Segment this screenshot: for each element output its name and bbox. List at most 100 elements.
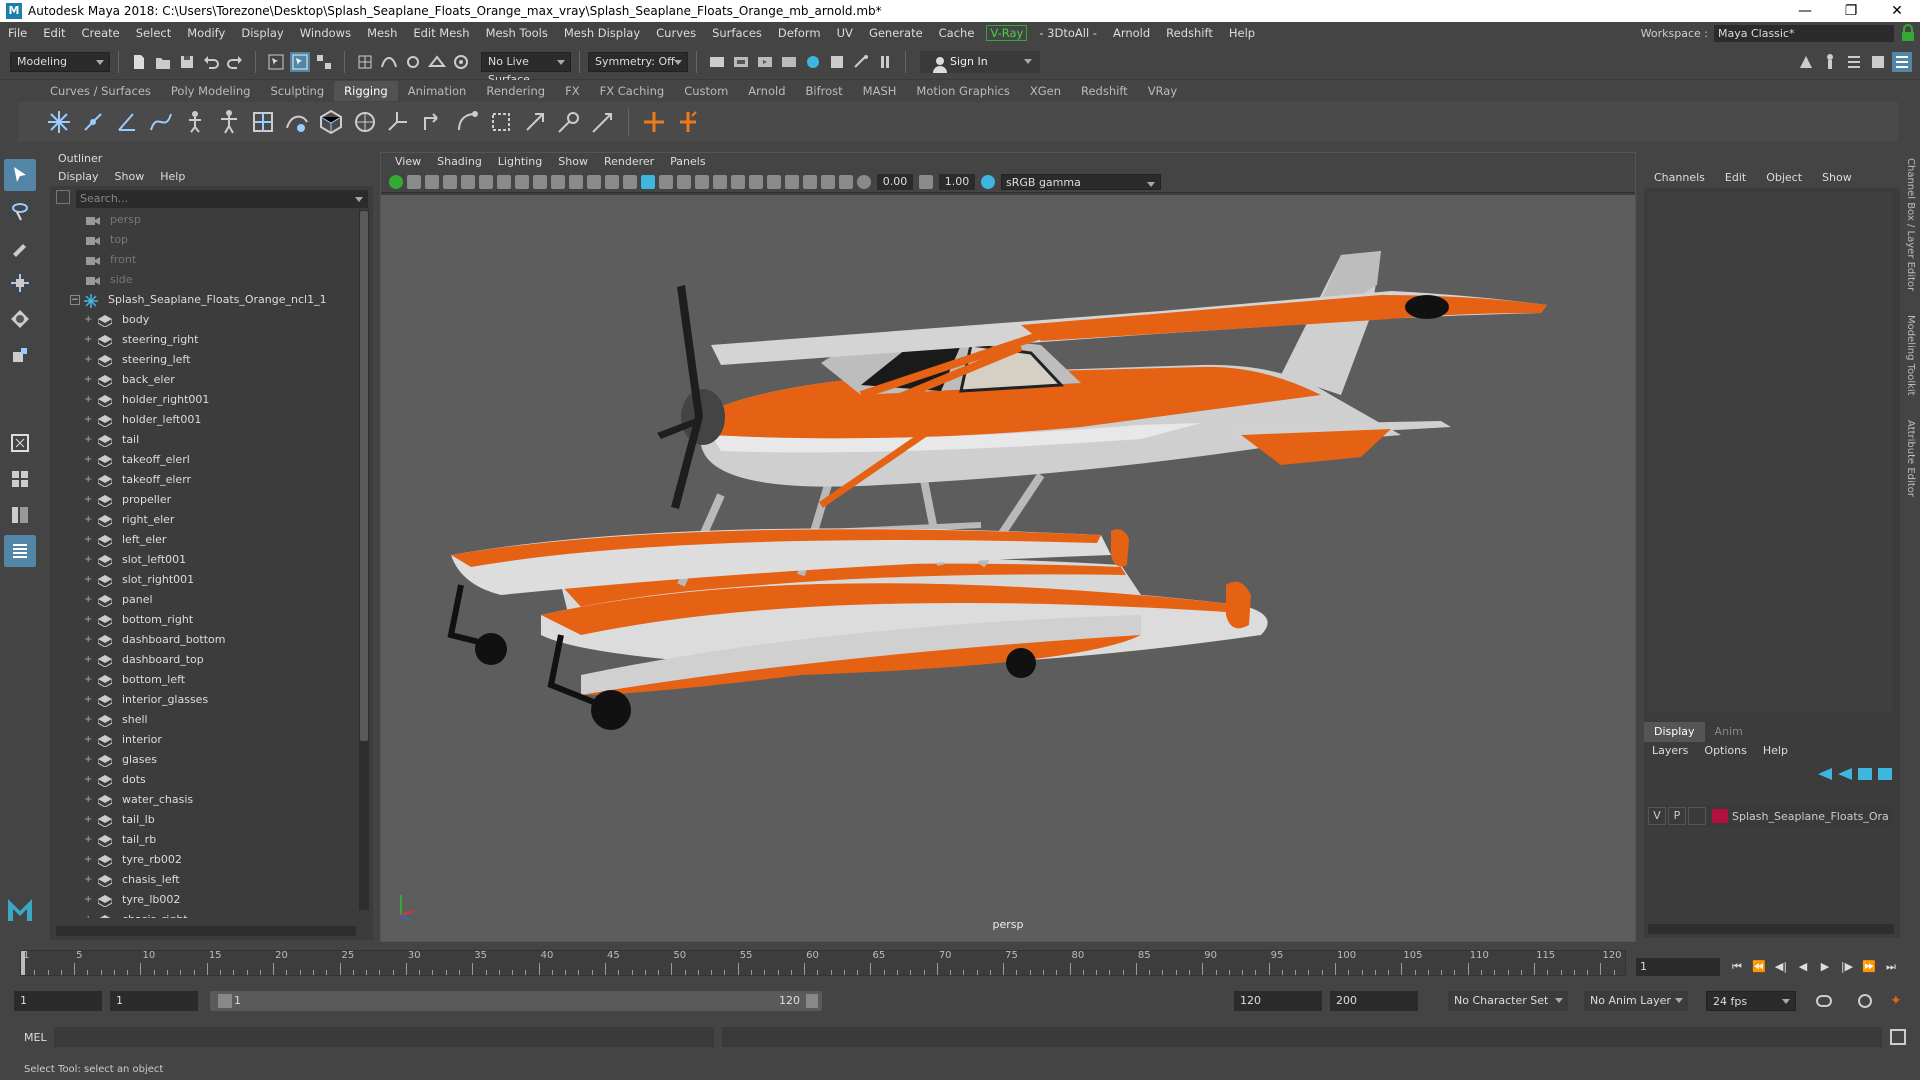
list-item[interactable]: + panel — [50, 590, 355, 610]
ik-handle-icon[interactable] — [113, 108, 141, 136]
channel-box-area[interactable] — [1648, 192, 1892, 712]
exposure-field[interactable]: 0.00 — [877, 173, 913, 190]
safe-title-icon[interactable] — [605, 174, 619, 189]
list-item[interactable]: + propeller — [50, 490, 355, 510]
human-ik-icon[interactable] — [215, 108, 243, 136]
expand-icon[interactable]: + — [84, 410, 92, 430]
list-item[interactable]: + steering_left — [50, 350, 355, 370]
expand-icon[interactable]: + — [84, 870, 92, 890]
xray-icon[interactable] — [821, 174, 835, 189]
parent-constraint-icon[interactable] — [419, 108, 447, 136]
channel-box-menu-channels[interactable]: Channels — [1644, 168, 1715, 188]
list-item[interactable]: + dashboard_bottom — [50, 630, 355, 650]
expand-icon[interactable]: + — [84, 830, 92, 850]
outliner-search-input[interactable]: Search... — [76, 190, 368, 208]
layer-menu-layers[interactable]: Layers — [1644, 742, 1696, 760]
loop-icon[interactable] — [1816, 995, 1832, 1007]
wrap-icon[interactable] — [351, 108, 379, 136]
list-item[interactable]: + interior_glasses — [50, 690, 355, 710]
current-frame-field[interactable]: 1 — [1636, 958, 1720, 976]
undo-icon[interactable] — [201, 52, 221, 72]
viewport-canvas[interactable]: persp — [381, 195, 1635, 941]
list-item[interactable]: + glases — [50, 750, 355, 770]
select-hierarchy-icon[interactable] — [266, 52, 286, 72]
viewport-menu-lighting[interactable]: Lighting — [490, 153, 550, 171]
depth-of-field-icon[interactable] — [785, 174, 799, 189]
tab-rigging[interactable]: Rigging — [334, 81, 398, 101]
lattice-icon[interactable] — [317, 108, 345, 136]
four-view-icon[interactable] — [4, 463, 36, 495]
outliner-vertical-scrollbar[interactable] — [359, 210, 369, 910]
auto-key-icon[interactable] — [1858, 994, 1872, 1008]
tab-sculpting[interactable]: Sculpting — [260, 81, 334, 101]
expand-icon[interactable]: + — [84, 550, 92, 570]
layer-menu-help[interactable]: Help — [1755, 742, 1796, 760]
tab-attribute-editor[interactable]: Attribute Editor — [1905, 420, 1916, 497]
wireframe-on-shaded-icon[interactable] — [659, 174, 673, 189]
paint-select-icon[interactable] — [4, 231, 36, 263]
range-start-handle[interactable] — [218, 994, 232, 1008]
save-scene-icon[interactable] — [177, 52, 197, 72]
expand-icon[interactable]: + — [84, 730, 92, 750]
shadows-icon[interactable] — [713, 174, 727, 189]
menu-arnold[interactable]: Arnold — [1105, 26, 1158, 40]
display-layer-row[interactable]: V P Splash_Seaplane_Floats_Orange — [1648, 806, 1894, 826]
go-to-start-button[interactable]: ⏮ — [1726, 958, 1748, 976]
outliner-horizontal-scrollbar[interactable] — [56, 926, 356, 936]
tool-settings-icon[interactable] — [1868, 52, 1888, 72]
viewport-menu-show[interactable]: Show — [550, 153, 596, 171]
menu-curves[interactable]: Curves — [648, 26, 704, 40]
tab-modeling-toolkit[interactable]: Modeling Toolkit — [1905, 315, 1916, 396]
list-item[interactable]: persp — [50, 210, 355, 230]
select-component-icon[interactable] — [314, 52, 334, 72]
tab-fx-caching[interactable]: FX Caching — [590, 81, 675, 101]
expand-icon[interactable]: + — [84, 310, 92, 330]
new-scene-icon[interactable] — [129, 52, 149, 72]
viewport-menu-view[interactable]: View — [387, 153, 429, 171]
maximize-button[interactable]: ❐ — [1828, 0, 1874, 22]
seaplane-model[interactable] — [381, 195, 1635, 941]
tab-poly-modeling[interactable]: Poly Modeling — [161, 81, 261, 101]
select-object-icon[interactable] — [290, 51, 310, 72]
tab-anim[interactable]: Anim — [1705, 722, 1753, 742]
arnold-render-icon[interactable] — [827, 52, 847, 72]
snap-curve-icon[interactable] — [379, 52, 399, 72]
viewport-menu-renderer[interactable]: Renderer — [596, 153, 662, 171]
list-item[interactable]: + dashboard_top — [50, 650, 355, 670]
tab-fx[interactable]: FX — [555, 81, 590, 101]
joint-tool-icon[interactable] — [45, 108, 73, 136]
bind-skin-icon[interactable] — [249, 108, 277, 136]
ambient-occlusion-icon[interactable] — [731, 174, 745, 189]
locator-icon[interactable] — [385, 108, 413, 136]
menu-edit[interactable]: Edit — [35, 26, 73, 40]
list-item[interactable]: side — [50, 270, 355, 290]
menu-3dtoall[interactable]: - 3DtoAll - — [1031, 26, 1105, 40]
viewport-menu-shading[interactable]: Shading — [429, 153, 490, 171]
expand-icon[interactable]: + — [84, 370, 92, 390]
play-backwards-button[interactable]: ◀ — [1792, 958, 1814, 976]
layer-display-type-toggle[interactable] — [1688, 807, 1706, 825]
play-forwards-button[interactable]: ▶ — [1814, 958, 1836, 976]
expand-icon[interactable]: + — [84, 650, 92, 670]
grid-icon[interactable] — [497, 174, 511, 189]
expand-icon[interactable]: + — [84, 610, 92, 630]
expand-icon[interactable]: + — [84, 450, 92, 470]
animation-end-field[interactable]: 200 — [1330, 991, 1418, 1011]
viewport-menu-panels[interactable]: Panels — [662, 153, 713, 171]
current-time-indicator[interactable] — [21, 951, 25, 975]
pause-icon[interactable] — [875, 52, 895, 72]
expand-icon[interactable]: + — [84, 670, 92, 690]
expand-icon[interactable]: + — [84, 470, 92, 490]
expand-icon[interactable]: + — [84, 530, 92, 550]
use-all-lights-icon[interactable] — [695, 174, 709, 189]
ipr-render-icon[interactable] — [755, 52, 775, 72]
list-item[interactable]: + steering_right — [50, 330, 355, 350]
lock-icon[interactable] — [1898, 23, 1916, 43]
fps-dropdown[interactable]: 24 fps — [1706, 991, 1796, 1011]
new-layer-selected-icon[interactable] — [1878, 768, 1892, 780]
hypershade-icon[interactable] — [803, 52, 823, 72]
menu-mesh[interactable]: Mesh — [359, 26, 405, 40]
gamma-field[interactable]: 1.00 — [939, 173, 975, 190]
lasso-tool-icon[interactable] — [4, 195, 36, 227]
snap-grid-icon[interactable] — [355, 52, 375, 72]
